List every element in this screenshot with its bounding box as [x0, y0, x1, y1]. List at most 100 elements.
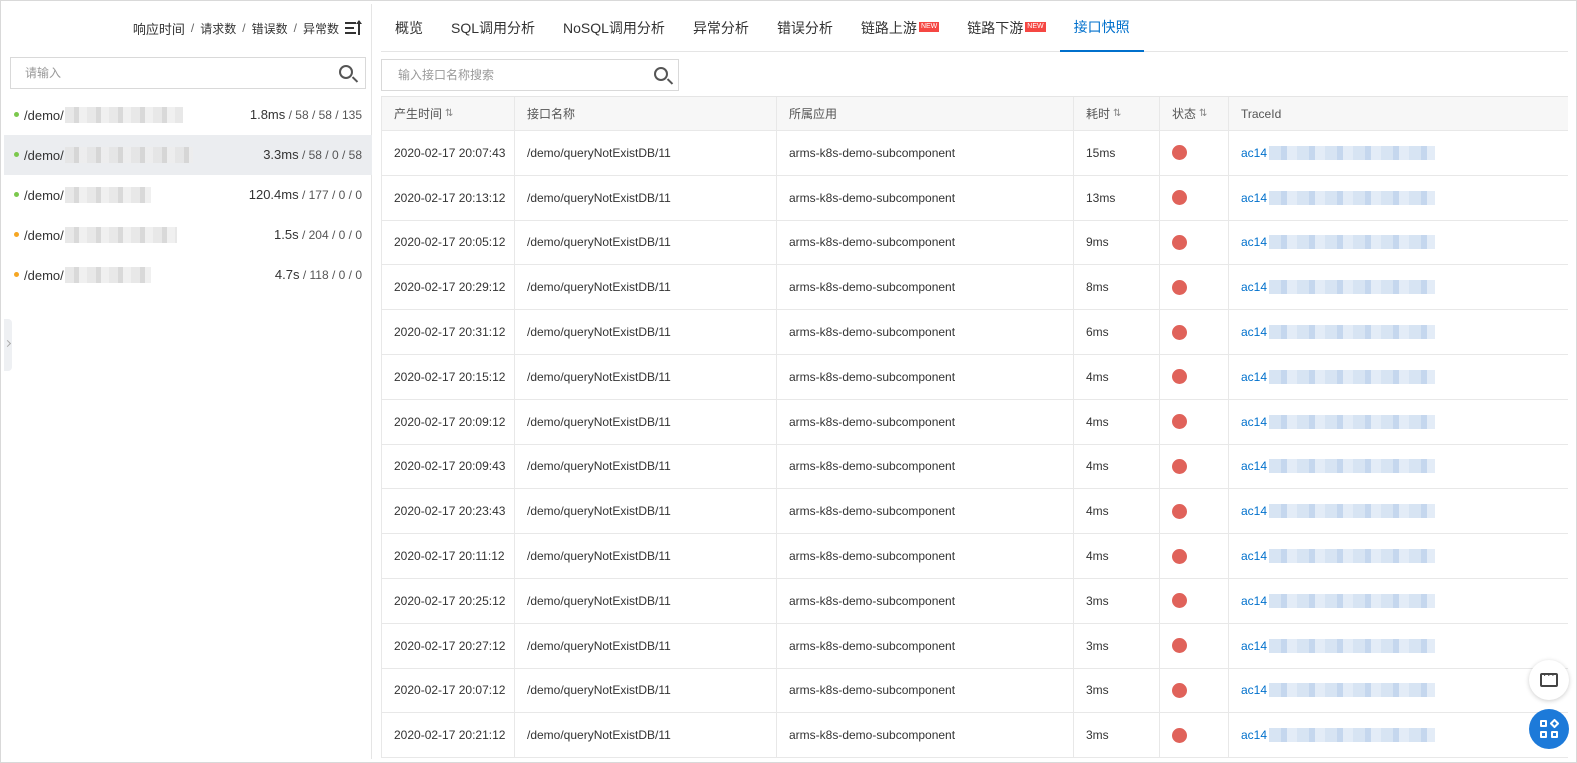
- trace-link[interactable]: ac14: [1241, 504, 1436, 519]
- api-search-input[interactable]: [382, 60, 642, 90]
- error-status-icon: [1172, 190, 1187, 206]
- response-time: 4.7s: [274, 267, 300, 282]
- redacted-text: [1269, 280, 1436, 295]
- status-dot: [14, 112, 19, 117]
- cell-app: arms-k8s-demo-subcomponent: [776, 444, 1073, 489]
- tab-label: NoSQL调用分析: [563, 20, 665, 36]
- cell-traceid: ac14: [1228, 310, 1568, 354]
- error-status-icon: [1172, 324, 1187, 340]
- error-status-icon: [1172, 548, 1187, 564]
- trace-link[interactable]: ac14: [1241, 280, 1436, 295]
- separator: /: [242, 21, 246, 35]
- cell-app: arms-k8s-demo-subcomponent: [776, 534, 1073, 578]
- trace-link[interactable]: ac14: [1241, 145, 1436, 160]
- cell-api: /demo/queryNotExistDB/11: [514, 310, 776, 354]
- endpoint-search-input[interactable]: [11, 58, 321, 88]
- endpoint-stats: 4.7s / 118 / 0 / 0: [275, 267, 362, 282]
- cell-time: 2020-02-17 20:07:12: [381, 668, 514, 713]
- endpoint-item[interactable]: /demo/120.4ms / 177 / 0 / 0: [4, 175, 372, 215]
- cell-traceid: ac14: [1228, 265, 1568, 310]
- tab-5[interactable]: 链路上游 NEW: [847, 4, 953, 52]
- cell-status: [1159, 534, 1228, 578]
- trace-link[interactable]: ac14: [1241, 369, 1436, 384]
- table-row: 2020-02-17 20:13:12/demo/queryNotExistDB…: [381, 175, 1568, 221]
- cell-app: arms-k8s-demo-subcomponent: [776, 131, 1073, 175]
- endpoint-stats: 1.5s / 204 / 0 / 0: [274, 227, 362, 242]
- column-header-time[interactable]: 产生时间: [381, 97, 514, 130]
- cell-traceid: ac14: [1228, 131, 1568, 175]
- redacted-text: [64, 227, 177, 243]
- redacted-text: [1269, 369, 1436, 384]
- endpoint-item[interactable]: /demo/3.3ms / 58 / 0 / 58: [4, 135, 372, 175]
- column-header-cost[interactable]: 耗时: [1073, 97, 1159, 130]
- table-row: 2020-02-17 20:23:43/demo/queryNotExistDB…: [381, 489, 1568, 535]
- trace-link[interactable]: ac14: [1241, 414, 1436, 429]
- tab-3[interactable]: 异常分析: [679, 4, 763, 52]
- main-panel: 概览 SQL调用分析 NoSQL调用分析 异常分析 错误分析 链路上游 NEW 链路下游 NEW…: [381, 4, 1568, 759]
- tab-0[interactable]: 概览: [381, 4, 437, 52]
- tab-label: 错误分析: [776, 20, 833, 36]
- column-header-app: 所属应用: [776, 97, 1073, 130]
- api-search-box: [381, 59, 679, 91]
- cell-time: 2020-02-17 20:15:12: [381, 354, 514, 399]
- endpoint-item[interactable]: /demo/1.5s / 204 / 0 / 0: [4, 215, 372, 255]
- endpoint-item[interactable]: /demo/1.8ms / 58 / 58 / 135: [4, 95, 372, 135]
- cell-app: arms-k8s-demo-subcomponent: [776, 623, 1073, 668]
- table-row: 2020-02-17 20:07:43/demo/queryNotExistDB…: [381, 131, 1568, 176]
- trace-link[interactable]: ac14: [1241, 638, 1436, 653]
- trace-link[interactable]: ac14: [1241, 325, 1436, 340]
- cell-api: /demo/queryNotExistDB/11: [514, 399, 776, 444]
- cell-cost: 6ms: [1073, 310, 1159, 354]
- cell-status: [1159, 444, 1228, 489]
- column-header-status[interactable]: 状态: [1159, 97, 1228, 130]
- cell-api: /demo/queryNotExistDB/11: [514, 175, 776, 220]
- endpoint-item[interactable]: /demo/4.7s / 118 / 0 / 0: [4, 255, 372, 295]
- cell-traceid: ac14: [1228, 713, 1568, 758]
- trace-link[interactable]: ac14: [1241, 683, 1436, 698]
- sort-list-icon[interactable]: [345, 20, 362, 35]
- cell-cost: 3ms: [1073, 668, 1159, 713]
- cell-app: arms-k8s-demo-subcomponent: [776, 175, 1073, 220]
- cell-cost: 3ms: [1073, 713, 1159, 758]
- cell-status: [1159, 399, 1228, 444]
- redacted-text: [1269, 504, 1436, 519]
- cell-cost: 8ms: [1073, 265, 1159, 310]
- cell-app: arms-k8s-demo-subcomponent: [776, 713, 1073, 758]
- cell-status: [1159, 713, 1228, 758]
- sort-response-time[interactable]: 响应时间: [133, 19, 185, 38]
- sort-request-count[interactable]: 请求数: [200, 20, 236, 37]
- cell-cost: 4ms: [1073, 354, 1159, 399]
- tab-4[interactable]: 错误分析: [763, 4, 847, 52]
- trace-link[interactable]: ac14: [1241, 728, 1436, 743]
- endpoint-counts: / 58 / 0 / 58: [301, 148, 362, 162]
- trace-link[interactable]: ac14: [1241, 549, 1436, 564]
- error-status-icon: [1172, 727, 1187, 743]
- endpoint-stats: 3.3ms / 58 / 0 / 58: [263, 147, 362, 162]
- tab-6[interactable]: 链路下游 NEW: [953, 4, 1059, 52]
- table-header-row: 产生时间 接口名称 所属应用 耗时 状态 TraceId: [381, 97, 1568, 131]
- table-row: 2020-02-17 20:05:12/demo/queryNotExistDB…: [381, 220, 1568, 266]
- cell-api: /demo/queryNotExistDB/11: [514, 131, 776, 175]
- tab-1[interactable]: SQL调用分析: [437, 4, 549, 52]
- cell-cost: 15ms: [1073, 131, 1159, 175]
- search-icon[interactable]: [339, 65, 353, 79]
- cell-api: /demo/queryNotExistDB/11: [514, 534, 776, 578]
- trace-link[interactable]: ac14: [1241, 235, 1436, 250]
- apps-button[interactable]: [1529, 709, 1569, 749]
- tab-label: 链路下游: [967, 20, 1024, 36]
- tab-7[interactable]: 接口快照: [1059, 4, 1144, 52]
- sort-error-count[interactable]: 错误数: [252, 20, 288, 37]
- trace-link[interactable]: ac14: [1241, 190, 1436, 205]
- search-icon[interactable]: [654, 67, 668, 81]
- sort-exception-count[interactable]: 异常数: [303, 20, 339, 37]
- chat-button[interactable]: [1529, 660, 1569, 700]
- cell-time: 2020-02-17 20:05:12: [381, 220, 514, 265]
- cell-api: /demo/queryNotExistDB/11: [514, 265, 776, 310]
- trace-link[interactable]: ac14: [1241, 459, 1436, 474]
- trace-link[interactable]: ac14: [1241, 593, 1436, 608]
- cell-traceid: ac14: [1228, 668, 1568, 713]
- tab-2[interactable]: NoSQL调用分析: [549, 4, 679, 52]
- redacted-text: [64, 107, 183, 123]
- endpoint-list: /demo/1.8ms / 58 / 58 / 135/demo/3.3ms /…: [4, 95, 372, 295]
- collapse-handle[interactable]: [4, 319, 12, 371]
